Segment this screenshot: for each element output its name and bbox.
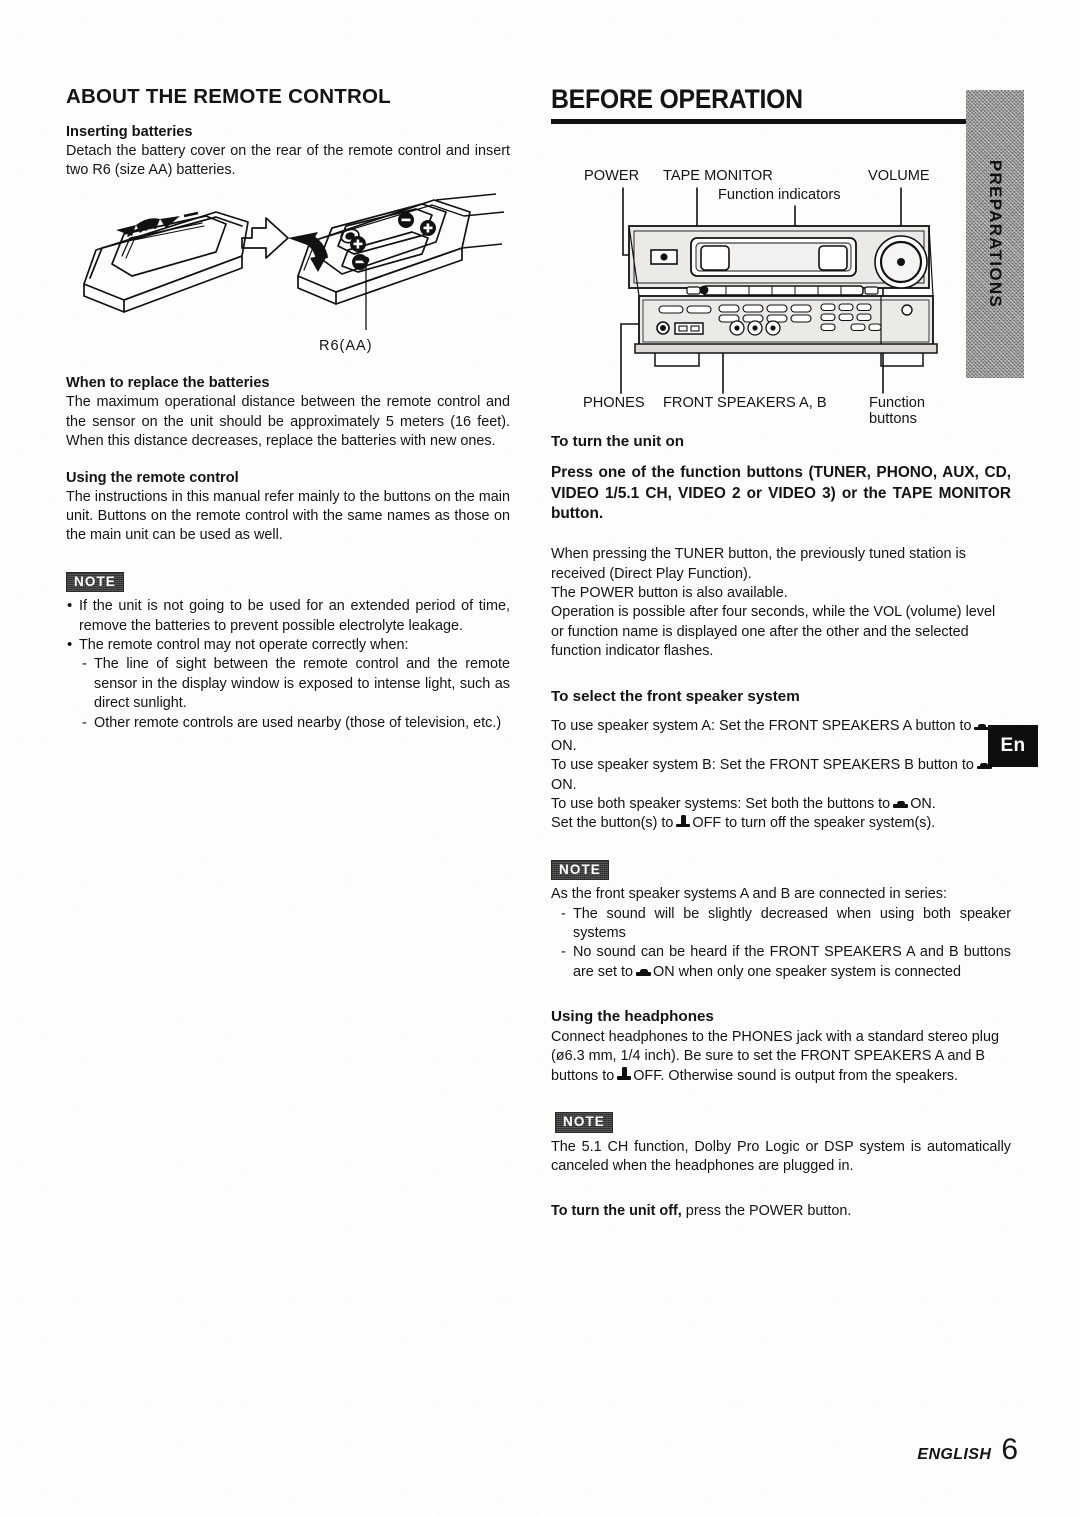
diagram-label-power: POWER: [584, 167, 640, 184]
note-bullet-list: If the unit is not going to be used for …: [66, 596, 510, 656]
heading-select-front-speaker: To select the front speaker system: [551, 687, 800, 705]
note-badge: NOTE: [66, 571, 124, 593]
text-speaker-system-a: To use speaker system A: Set the FRONT S…: [551, 717, 1011, 756]
switch-on-icon: [636, 966, 651, 976]
speaker-b-text-post: ON.: [551, 776, 577, 793]
text-using-remote: The instructions in this manual refer ma…: [66, 488, 510, 544]
right-column: BEFORE OPERATION POWER TAPE MONITOR Func…: [551, 84, 1011, 1222]
footer-language-label: ENGLISH: [917, 1446, 992, 1463]
speaker-off-text-post: OFF to turn off the speaker system(s).: [692, 815, 936, 832]
text-speaker-system-b: To use speaker system B: Set the FRONT S…: [551, 756, 1011, 795]
text-turn-on-2: The POWER button is also available.: [551, 585, 788, 602]
page-number: 6: [1001, 1433, 1018, 1466]
note-block-remote: NOTE If the unit is not going to be used…: [66, 571, 510, 733]
text-turn-on-3: Operation is possible after four seconds…: [551, 604, 996, 660]
page-footer: ENGLISH 6: [917, 1435, 1018, 1465]
note-block-speakers: NOTE As the front speaker systems A and …: [551, 859, 1011, 983]
text-turn-on-1: When pressing the TUNER button, the prev…: [551, 546, 966, 582]
headphones-text-post: OFF. Otherwise sound is output from the …: [633, 1067, 958, 1084]
list-item: The line of sight between the remote con…: [80, 655, 510, 713]
speaker-both-text-pre: To use both speaker systems: Set both th…: [551, 795, 891, 812]
list-item: If the unit is not going to be used for …: [66, 596, 510, 636]
note-sub-bullet-list: The line of sight between the remote con…: [66, 655, 510, 733]
speaker-b-text-pre: To use speaker system B: Set the FRONT S…: [551, 757, 974, 774]
manual-page: ABOUT THE REMOTE CONTROL Inserting batte…: [0, 0, 1080, 1517]
page-title-before-operation: BEFORE OPERATION: [551, 84, 803, 114]
switch-off-icon: [676, 814, 691, 828]
text-inserting-batteries: Detach the battery cover on the rear of …: [66, 142, 510, 179]
note-block-headphones: NOTE The 5.1 CH function, Dolby Pro Logi…: [551, 1112, 1011, 1176]
list-item: No sound can be heard if the FRONT SPEAK…: [559, 943, 1011, 982]
text-using-headphones: Connect headphones to the PHONES jack wi…: [551, 1028, 1011, 1086]
speaker-both-text-post: ON.: [910, 795, 936, 812]
list-item: The remote control may not operate corre…: [66, 635, 510, 656]
text-when-to-replace: The maximum operational distance between…: [66, 394, 510, 450]
heading-turn-unit-on: To turn the unit on: [551, 432, 684, 450]
text-turn-unit-off: To turn the unit off, press the POWER bu…: [551, 1202, 1011, 1221]
switch-off-icon: [617, 1067, 632, 1080]
note-badge: NOTE: [551, 859, 609, 881]
diagram-label-tape-monitor: TAPE MONITOR: [663, 167, 773, 184]
language-badge-label: En: [1000, 735, 1026, 756]
title-rule: [551, 118, 1011, 124]
receiver-body: [628, 224, 938, 367]
note-badge: NOTE: [555, 1112, 613, 1133]
note-speakers-list: The sound will be slightly decreased whe…: [551, 905, 1011, 983]
speaker-off-text-pre: Set the button(s) to: [551, 815, 674, 832]
heading-using-headphones: Using the headphones: [551, 1008, 714, 1026]
page-title-about-remote: ABOUT THE REMOTE CONTROL: [66, 85, 391, 108]
instruction-press-function-buttons: Press one of the function buttons (TUNER…: [551, 464, 1011, 523]
heading-using-remote: Using the remote control: [66, 469, 239, 486]
remote-illustration-svg: [83, 193, 505, 331]
note-speakers-item2-post: ON when only one speaker system is conne…: [653, 963, 961, 980]
block-arrow: [241, 217, 289, 260]
diagram-label-function-buttons: Function buttons: [869, 395, 925, 429]
side-tab-preparations: PREPARATIONS: [966, 90, 1024, 378]
speaker-a-text-pre: To use speaker system A: Set the FRONT S…: [551, 718, 972, 735]
speaker-a-text-post: ON.: [551, 737, 577, 754]
diagram-label-function-indicators: Function indicators: [718, 186, 841, 203]
label-r6-aa: R6(AA): [319, 338, 373, 355]
switch-on-icon: [893, 798, 909, 808]
figure-remote-battery-insertion: R6(AA): [66, 192, 510, 374]
function-buttons-line1: Function: [869, 394, 925, 411]
list-item: The sound will be slightly decreased whe…: [559, 905, 1011, 944]
diagram-label-volume: VOLUME: [868, 167, 930, 184]
diagram-label-phones: PHONES: [583, 394, 645, 411]
text-speaker-both: To use both speaker systems: Set both th…: [551, 795, 1011, 814]
text-note-headphones: The 5.1 CH function, Dolby Pro Logic or …: [551, 1138, 1011, 1174]
diagram-label-front-speakers: FRONT SPEAKERS A, B: [663, 394, 827, 411]
turn-off-bold: To turn the unit off,: [551, 1203, 682, 1220]
text-speaker-off: Set the button(s) to OFF to turn off the …: [551, 814, 1011, 833]
turn-off-rest: press the POWER button.: [681, 1203, 852, 1220]
heading-when-to-replace: When to replace the batteries: [66, 375, 270, 392]
figure-receiver-front-panel: POWER TAPE MONITOR Function indicators V…: [551, 138, 1011, 433]
function-buttons-line2: buttons: [869, 411, 917, 428]
left-column: ABOUT THE REMOTE CONTROL Inserting batte…: [66, 85, 510, 733]
heading-inserting-batteries: Inserting batteries: [66, 123, 193, 140]
list-item: Other remote controls are used nearby (t…: [80, 714, 510, 734]
language-badge-en: En: [988, 725, 1038, 767]
side-tab-label: PREPARATIONS: [986, 159, 1005, 309]
note-speakers-intro: As the front speaker systems A and B are…: [551, 886, 947, 903]
